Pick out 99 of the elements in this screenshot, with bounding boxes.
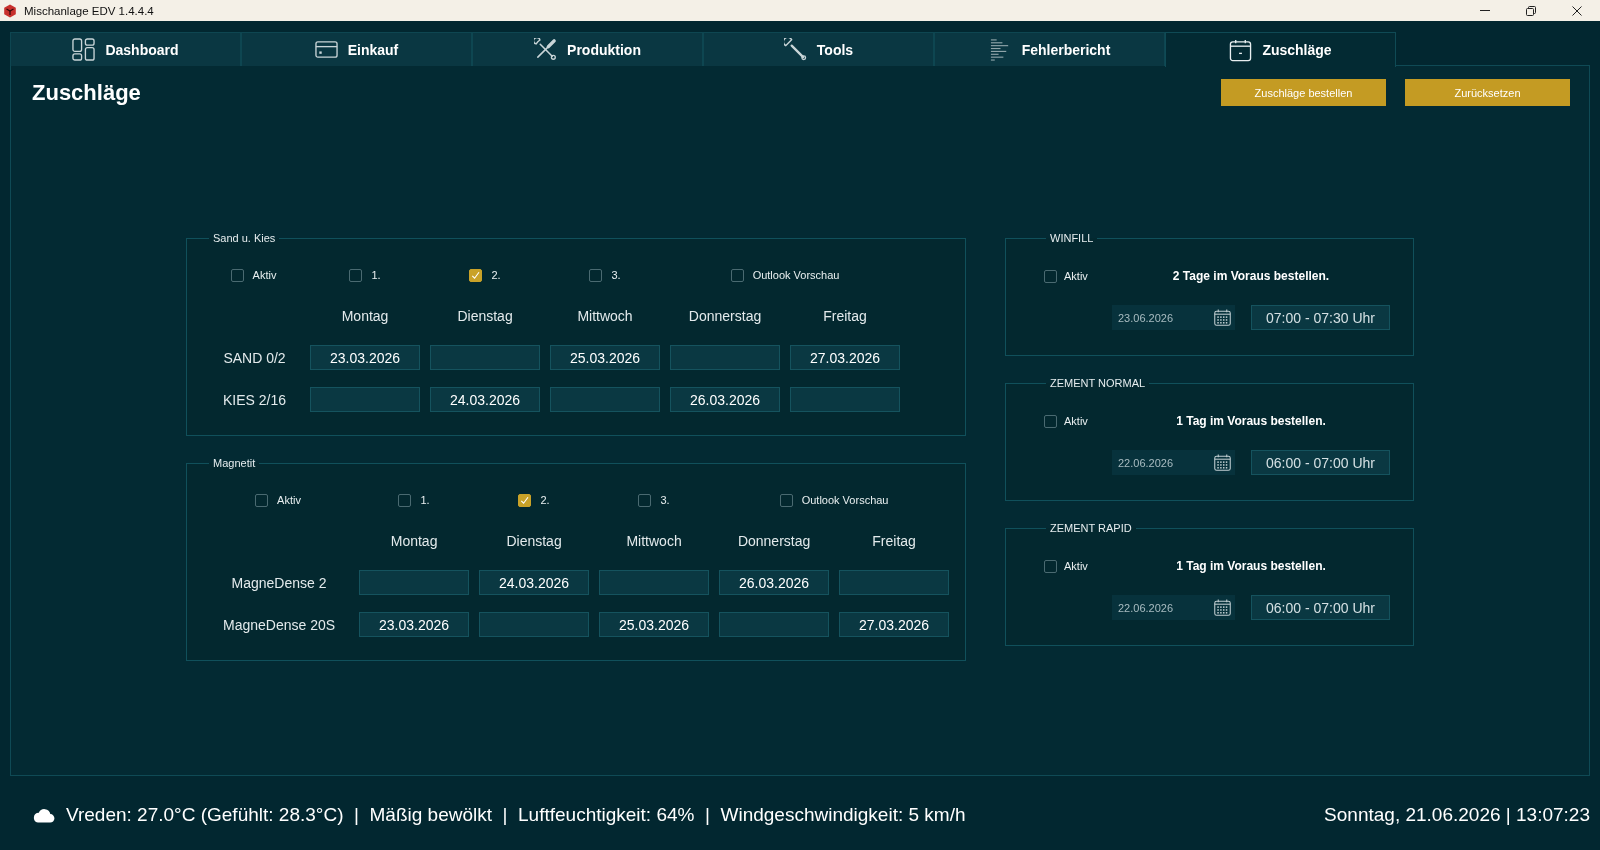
checkbox-label: Outlook Vorschau (752, 269, 840, 281)
calendar-icon (1229, 38, 1253, 62)
date-picker[interactable]: 22.06.2026 (1112, 450, 1235, 475)
date-field[interactable] (839, 570, 950, 595)
checkbox-label: 3. (611, 269, 621, 281)
checkbox-label: 3. (660, 494, 670, 506)
window-title: Mischanlage EDV 1.4.4.4 (24, 4, 154, 17)
date-field[interactable]: 25.03.2026 (550, 345, 661, 370)
checkbox-label: 2. (491, 269, 501, 281)
date-field[interactable] (359, 570, 470, 595)
order-hint: 1 Tag im Voraus bestellen. (1175, 559, 1327, 573)
checkbox-label: Aktiv (277, 494, 301, 506)
checkbox-label: Outlook Vorschau (801, 494, 889, 506)
date-field[interactable] (599, 570, 710, 595)
date-field[interactable] (790, 387, 901, 412)
group-title: ZEMENT NORMAL (1049, 377, 1147, 389)
checkbox[interactable] (730, 268, 744, 282)
date-field[interactable]: 24.03.2026 (479, 570, 590, 595)
column-header: Mittwoch (625, 533, 683, 549)
tab[interactable]: Einkauf (241, 32, 472, 66)
date-field[interactable]: 23.03.2026 (310, 345, 421, 370)
checkbox[interactable] (469, 268, 483, 282)
order-hint: 1 Tag im Voraus bestellen. (1175, 414, 1327, 428)
minimize-icon (1480, 10, 1490, 11)
layout-grid-icon (72, 38, 96, 61)
tab[interactable]: Produktion (472, 32, 703, 66)
column-header: Montag (389, 533, 439, 549)
checkbox[interactable] (1044, 414, 1057, 428)
row-label: KIES 2/16 (222, 391, 288, 408)
row-label: MagneDense 20S (222, 616, 337, 633)
date-field[interactable]: 26.03.2026 (670, 387, 781, 412)
date-picker[interactable]: 22.06.2026 (1112, 595, 1235, 620)
date-field[interactable] (550, 387, 661, 412)
tab[interactable]: Fehlerbericht (934, 32, 1165, 66)
date-field[interactable] (719, 612, 830, 637)
time-field[interactable]: 06:00 - 07:00 Uhr (1251, 595, 1390, 620)
date-field[interactable] (430, 345, 541, 370)
tab[interactable]: Zuschläge (1165, 32, 1396, 67)
page-heading: Zuschläge (32, 79, 141, 106)
cube-icon (3, 3, 17, 18)
cloud-icon (32, 807, 55, 823)
column-header: Donnerstag (736, 533, 812, 549)
column-header: Montag (340, 308, 390, 324)
card-icon (314, 38, 338, 61)
checkmark-icon (470, 269, 482, 281)
checkmark-icon (519, 494, 531, 506)
group-title: WINFILL (1049, 232, 1095, 244)
column-header: Dienstag (505, 533, 563, 549)
column-header: Mittwoch (576, 308, 634, 324)
tab[interactable]: Tools (703, 32, 934, 66)
column-header: Dienstag (456, 308, 514, 324)
calendar-icon (1214, 454, 1231, 471)
checkbox[interactable] (779, 493, 793, 507)
date-picker[interactable]: 23.06.2026 (1112, 305, 1235, 330)
checkbox-label: Aktiv (1064, 415, 1088, 427)
close-icon (1572, 5, 1582, 16)
group-title: ZEMENT RAPID (1049, 522, 1133, 534)
date-field[interactable]: 24.03.2026 (430, 387, 541, 412)
checkbox-label: 1. (420, 494, 430, 506)
date-field[interactable]: 27.03.2026 (839, 612, 950, 637)
row-label: SAND 0/2 (222, 349, 287, 366)
checkbox-label: 1. (371, 269, 381, 281)
calendar-icon (1214, 599, 1231, 616)
date-field[interactable] (479, 612, 590, 637)
date-field[interactable] (670, 345, 781, 370)
checkbox-label: Aktiv (1064, 270, 1088, 282)
row-label: MagneDense 2 (230, 574, 328, 591)
checkbox-label: Aktiv (1064, 560, 1088, 572)
checkbox[interactable] (1044, 269, 1057, 283)
checkbox-label: 2. (540, 494, 550, 506)
weather-info: Vreden: 27.0°C (Gefühlt: 28.3°C) | Mäßig bewölkt | Luftfeuchtigkeit: 64% | Windgeschwindigkeit: 5 km/h (66, 804, 966, 826)
checkbox[interactable] (1044, 559, 1057, 573)
time-field[interactable]: 06:00 - 07:00 Uhr (1251, 450, 1390, 475)
date-field[interactable] (310, 387, 421, 412)
checkbox[interactable] (349, 268, 363, 282)
crossed-tools-icon (534, 38, 558, 61)
checkbox[interactable] (398, 493, 412, 507)
date-field[interactable]: 27.03.2026 (790, 345, 901, 370)
checkbox[interactable] (255, 493, 269, 507)
time-field[interactable]: 07:00 - 07:30 Uhr (1251, 305, 1390, 330)
date-field[interactable]: 23.03.2026 (359, 612, 470, 637)
tab[interactable]: Dashboard (10, 32, 241, 66)
group-title: Sand u. Kies (212, 232, 277, 244)
checkbox[interactable] (230, 268, 244, 282)
wrench-icon (783, 38, 807, 61)
calendar-icon (1214, 309, 1231, 326)
column-header: Freitag (822, 308, 868, 324)
checkbox[interactable] (589, 268, 603, 282)
checkbox[interactable] (518, 493, 532, 507)
restore-icon (1526, 5, 1536, 16)
column-header: Donnerstag (687, 308, 763, 324)
group-title: Magnetit (212, 457, 257, 469)
checkbox-label: Aktiv (252, 269, 277, 281)
column-header: Freitag (871, 533, 917, 549)
date-time: Sonntag, 21.06.2026 | 13:07:23 (1324, 804, 1590, 826)
checkbox[interactable] (638, 493, 652, 507)
date-field[interactable]: 26.03.2026 (719, 570, 830, 595)
date-field[interactable]: 25.03.2026 (599, 612, 710, 637)
order-hint: 2 Tage im Voraus bestellen. (1171, 269, 1331, 283)
